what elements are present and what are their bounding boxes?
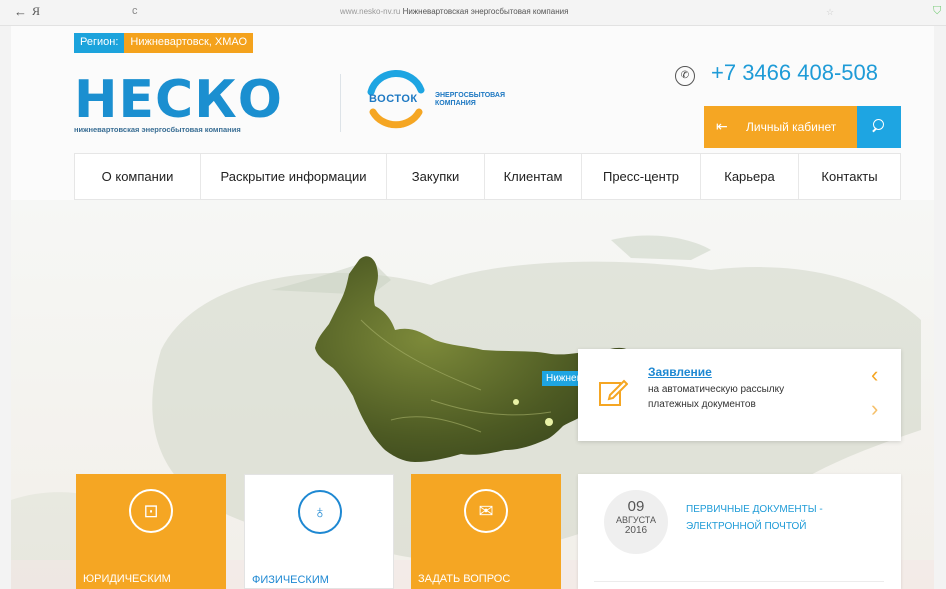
- nav-item-press[interactable]: Пресс-центр: [582, 154, 701, 199]
- city-dot: [545, 418, 553, 426]
- region-label: Регион:: [74, 33, 125, 53]
- nav-item-about[interactable]: О компании: [75, 154, 201, 199]
- page: Регион: Нижневартовск, ХМАО НЕСКО нижнев…: [11, 26, 934, 589]
- city-label[interactable]: Нижневартовск: [542, 371, 580, 386]
- tile-legal-entities[interactable]: ⊡ Юридическим: [76, 474, 226, 589]
- url-page-title: Нижневартовская энергосбытовая компания: [402, 7, 569, 16]
- reload-icon[interactable]: c: [132, 5, 138, 17]
- edit-document-icon: [599, 379, 628, 406]
- tile-label: Задать вопрос: [418, 573, 511, 585]
- search-button[interactable]: [857, 106, 901, 148]
- logo-subtitle: нижневартовская энергосбытовая компания: [74, 125, 241, 134]
- news-divider: [594, 581, 884, 582]
- address-bar[interactable]: www.nesko-nv.ru Нижневартовская энергосб…: [340, 7, 568, 16]
- news-month: Августа: [616, 515, 656, 525]
- vostok-subtitle: ЭНЕРГОСБЫТОВАЯ КОМПАНИЯ: [435, 92, 505, 107]
- phone-number[interactable]: +7 3466 408-508: [711, 60, 878, 86]
- back-arrow-icon[interactable]: ←: [14, 4, 27, 19]
- news-date-badge: 09 Августа 2016: [604, 490, 668, 554]
- nesko-logo[interactable]: НЕСКО нижневартовская энергосбытовая ком…: [74, 74, 324, 134]
- news-year: 2016: [624, 525, 648, 536]
- nav-item-contacts[interactable]: Контакты: [799, 154, 900, 199]
- bulb-icon: ♁: [298, 490, 342, 534]
- bookmark-star-icon[interactable]: ☆: [826, 7, 834, 18]
- personal-account-label: Личный кабинет: [746, 120, 837, 134]
- tile-individuals[interactable]: ♁ Физическим: [244, 474, 394, 589]
- notice-slider: Заявление на автоматическую рассылку пла…: [578, 349, 901, 441]
- notice-text-line-2: платежных документов: [648, 399, 756, 410]
- phone-icon: ✆: [675, 66, 695, 86]
- main-navigation: О компании Раскрытие информации Закупки …: [74, 153, 901, 200]
- nav-item-disclosure[interactable]: Раскрытие информации: [201, 154, 387, 199]
- browser-toolbar: ← Я c www.nesko-nv.ru Нижневартовская эн…: [0, 0, 946, 26]
- slider-next-icon[interactable]: ›: [871, 396, 878, 422]
- nav-item-clients[interactable]: Клиентам: [485, 154, 582, 199]
- briefcase-icon: ⊡: [129, 489, 173, 533]
- notice-title-link[interactable]: Заявление: [648, 365, 712, 379]
- left-frame: [0, 26, 11, 589]
- nav-item-career[interactable]: Карьера: [701, 154, 799, 199]
- login-icon: ⇤: [716, 118, 728, 134]
- right-frame: [934, 26, 946, 589]
- logo-wordmark: НЕСКО: [74, 70, 283, 130]
- news-day: 09: [627, 498, 645, 515]
- city-dot: [513, 399, 519, 405]
- notice-text-line-1: на автоматическую рассылку: [648, 384, 785, 395]
- vostok-name: ВОСТОК: [369, 93, 418, 105]
- nav-item-purchases[interactable]: Закупки: [387, 154, 485, 199]
- vostok-logo[interactable]: ВОСТОК ЭНЕРГОСБЫТОВАЯ КОМПАНИЯ: [363, 68, 543, 130]
- tile-label: Юридическим: [83, 573, 171, 585]
- yandex-logo-icon[interactable]: Я: [32, 4, 40, 19]
- news-card[interactable]: 09 Августа 2016 Первичные документы - эл…: [578, 474, 901, 589]
- tile-ask-question[interactable]: ✉ Задать вопрос: [411, 474, 561, 589]
- personal-account-button[interactable]: ⇤ Личный кабинет: [704, 106, 857, 148]
- region-selector[interactable]: Регион: Нижневартовск, ХМАО: [74, 33, 254, 53]
- news-headline-link[interactable]: Первичные документы - электронной почтой: [686, 501, 866, 535]
- url-domain: www.nesko-nv.ru: [340, 7, 401, 16]
- tile-label: Физическим: [252, 574, 329, 586]
- envelope-icon: ✉: [464, 489, 508, 533]
- slider-prev-icon[interactable]: ‹: [871, 362, 878, 388]
- protect-shield-icon[interactable]: ⛉: [933, 5, 941, 18]
- logo-divider: [340, 74, 341, 132]
- region-value[interactable]: Нижневартовск, ХМАО: [124, 33, 254, 53]
